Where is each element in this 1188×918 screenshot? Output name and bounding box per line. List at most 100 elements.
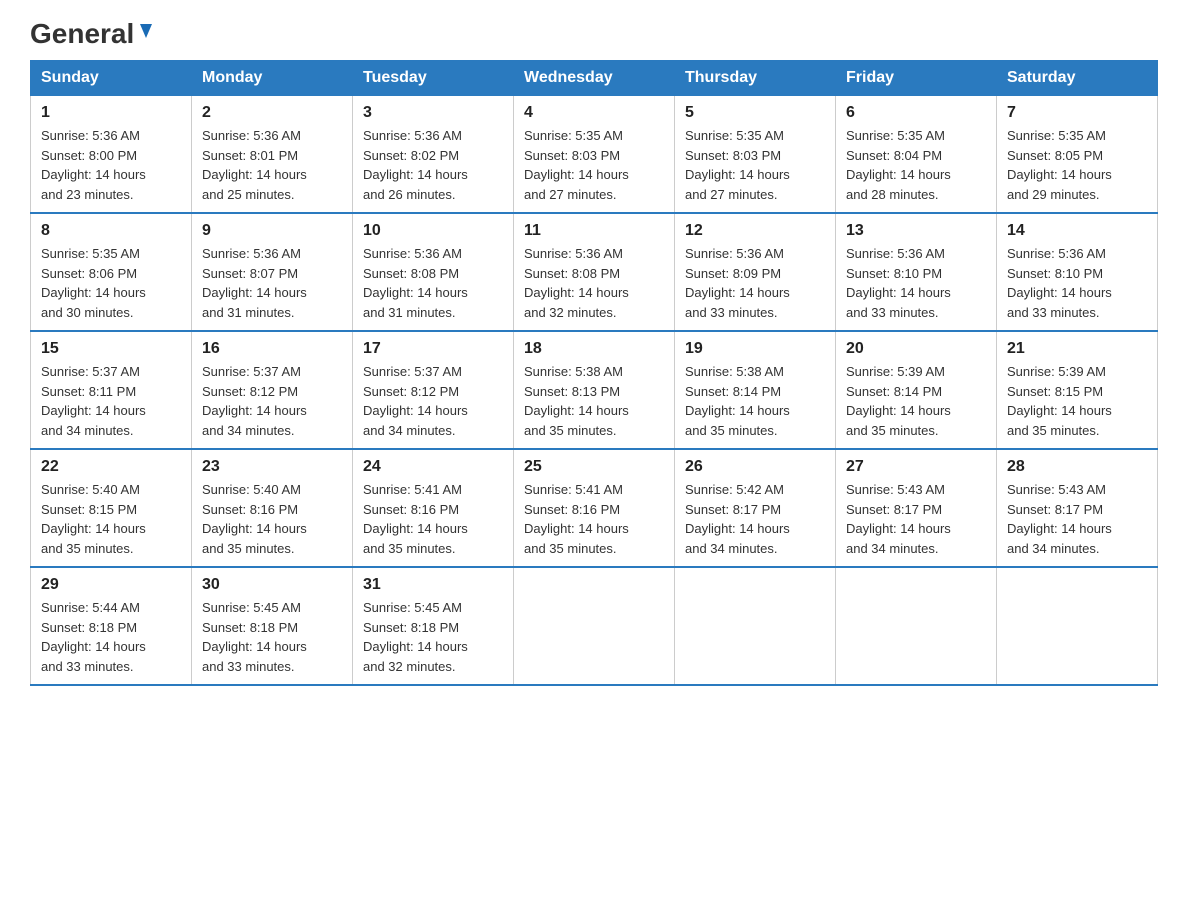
day-number: 27 [846, 458, 986, 476]
calendar-week-2: 8 Sunrise: 5:35 AMSunset: 8:06 PMDayligh… [31, 213, 1158, 331]
logo: General [30, 20, 156, 50]
header-sunday: Sunday [31, 61, 192, 96]
day-number: 6 [846, 104, 986, 122]
calendar-cell: 12 Sunrise: 5:36 AMSunset: 8:09 PMDaylig… [675, 213, 836, 331]
calendar-week-4: 22 Sunrise: 5:40 AMSunset: 8:15 PMDaylig… [31, 449, 1158, 567]
day-info: Sunrise: 5:36 AMSunset: 8:08 PMDaylight:… [363, 246, 468, 320]
day-number: 4 [524, 104, 664, 122]
calendar-cell: 30 Sunrise: 5:45 AMSunset: 8:18 PMDaylig… [192, 567, 353, 685]
day-number: 23 [202, 458, 342, 476]
calendar-table: SundayMondayTuesdayWednesdayThursdayFrid… [30, 60, 1158, 686]
day-info: Sunrise: 5:38 AMSunset: 8:14 PMDaylight:… [685, 364, 790, 438]
calendar-cell: 16 Sunrise: 5:37 AMSunset: 8:12 PMDaylig… [192, 331, 353, 449]
day-number: 14 [1007, 222, 1147, 240]
day-info: Sunrise: 5:40 AMSunset: 8:15 PMDaylight:… [41, 482, 146, 556]
day-info: Sunrise: 5:36 AMSunset: 8:00 PMDaylight:… [41, 128, 146, 202]
day-info: Sunrise: 5:35 AMSunset: 8:05 PMDaylight:… [1007, 128, 1112, 202]
calendar-cell: 15 Sunrise: 5:37 AMSunset: 8:11 PMDaylig… [31, 331, 192, 449]
calendar-cell: 27 Sunrise: 5:43 AMSunset: 8:17 PMDaylig… [836, 449, 997, 567]
day-info: Sunrise: 5:36 AMSunset: 8:10 PMDaylight:… [846, 246, 951, 320]
calendar-cell: 10 Sunrise: 5:36 AMSunset: 8:08 PMDaylig… [353, 213, 514, 331]
day-number: 28 [1007, 458, 1147, 476]
header-monday: Monday [192, 61, 353, 96]
day-number: 16 [202, 340, 342, 358]
day-number: 11 [524, 222, 664, 240]
calendar-cell: 18 Sunrise: 5:38 AMSunset: 8:13 PMDaylig… [514, 331, 675, 449]
calendar-cell [514, 567, 675, 685]
calendar-week-1: 1 Sunrise: 5:36 AMSunset: 8:00 PMDayligh… [31, 96, 1158, 214]
logo-general: General [30, 20, 134, 48]
day-info: Sunrise: 5:43 AMSunset: 8:17 PMDaylight:… [846, 482, 951, 556]
header-saturday: Saturday [997, 61, 1158, 96]
day-number: 31 [363, 576, 503, 594]
calendar-cell: 28 Sunrise: 5:43 AMSunset: 8:17 PMDaylig… [997, 449, 1158, 567]
calendar-cell: 5 Sunrise: 5:35 AMSunset: 8:03 PMDayligh… [675, 96, 836, 214]
calendar-cell: 1 Sunrise: 5:36 AMSunset: 8:00 PMDayligh… [31, 96, 192, 214]
header-thursday: Thursday [675, 61, 836, 96]
calendar-cell: 7 Sunrise: 5:35 AMSunset: 8:05 PMDayligh… [997, 96, 1158, 214]
calendar-cell: 14 Sunrise: 5:36 AMSunset: 8:10 PMDaylig… [997, 213, 1158, 331]
day-number: 26 [685, 458, 825, 476]
day-info: Sunrise: 5:35 AMSunset: 8:03 PMDaylight:… [685, 128, 790, 202]
day-info: Sunrise: 5:35 AMSunset: 8:06 PMDaylight:… [41, 246, 146, 320]
day-number: 19 [685, 340, 825, 358]
day-number: 5 [685, 104, 825, 122]
calendar-header-row: SundayMondayTuesdayWednesdayThursdayFrid… [31, 61, 1158, 96]
day-number: 21 [1007, 340, 1147, 358]
calendar-cell: 13 Sunrise: 5:36 AMSunset: 8:10 PMDaylig… [836, 213, 997, 331]
calendar-cell: 24 Sunrise: 5:41 AMSunset: 8:16 PMDaylig… [353, 449, 514, 567]
day-info: Sunrise: 5:36 AMSunset: 8:09 PMDaylight:… [685, 246, 790, 320]
day-number: 24 [363, 458, 503, 476]
day-info: Sunrise: 5:37 AMSunset: 8:12 PMDaylight:… [363, 364, 468, 438]
day-info: Sunrise: 5:35 AMSunset: 8:04 PMDaylight:… [846, 128, 951, 202]
day-info: Sunrise: 5:36 AMSunset: 8:01 PMDaylight:… [202, 128, 307, 202]
day-info: Sunrise: 5:37 AMSunset: 8:12 PMDaylight:… [202, 364, 307, 438]
calendar-cell: 23 Sunrise: 5:40 AMSunset: 8:16 PMDaylig… [192, 449, 353, 567]
calendar-week-3: 15 Sunrise: 5:37 AMSunset: 8:11 PMDaylig… [31, 331, 1158, 449]
day-info: Sunrise: 5:40 AMSunset: 8:16 PMDaylight:… [202, 482, 307, 556]
calendar-cell: 20 Sunrise: 5:39 AMSunset: 8:14 PMDaylig… [836, 331, 997, 449]
day-number: 18 [524, 340, 664, 358]
calendar-cell: 4 Sunrise: 5:35 AMSunset: 8:03 PMDayligh… [514, 96, 675, 214]
calendar-cell: 19 Sunrise: 5:38 AMSunset: 8:14 PMDaylig… [675, 331, 836, 449]
day-number: 12 [685, 222, 825, 240]
calendar-week-5: 29 Sunrise: 5:44 AMSunset: 8:18 PMDaylig… [31, 567, 1158, 685]
day-number: 25 [524, 458, 664, 476]
calendar-cell: 2 Sunrise: 5:36 AMSunset: 8:01 PMDayligh… [192, 96, 353, 214]
day-number: 2 [202, 104, 342, 122]
logo-arrow-icon [136, 22, 156, 42]
calendar-cell: 11 Sunrise: 5:36 AMSunset: 8:08 PMDaylig… [514, 213, 675, 331]
day-number: 22 [41, 458, 181, 476]
day-info: Sunrise: 5:36 AMSunset: 8:02 PMDaylight:… [363, 128, 468, 202]
calendar-cell: 26 Sunrise: 5:42 AMSunset: 8:17 PMDaylig… [675, 449, 836, 567]
day-info: Sunrise: 5:36 AMSunset: 8:07 PMDaylight:… [202, 246, 307, 320]
day-info: Sunrise: 5:44 AMSunset: 8:18 PMDaylight:… [41, 600, 146, 674]
calendar-cell: 6 Sunrise: 5:35 AMSunset: 8:04 PMDayligh… [836, 96, 997, 214]
day-number: 9 [202, 222, 342, 240]
page-header: General [30, 20, 1158, 50]
calendar-cell: 9 Sunrise: 5:36 AMSunset: 8:07 PMDayligh… [192, 213, 353, 331]
day-info: Sunrise: 5:41 AMSunset: 8:16 PMDaylight:… [363, 482, 468, 556]
calendar-cell [675, 567, 836, 685]
day-info: Sunrise: 5:35 AMSunset: 8:03 PMDaylight:… [524, 128, 629, 202]
day-number: 13 [846, 222, 986, 240]
day-number: 29 [41, 576, 181, 594]
calendar-cell [836, 567, 997, 685]
day-info: Sunrise: 5:36 AMSunset: 8:10 PMDaylight:… [1007, 246, 1112, 320]
day-info: Sunrise: 5:39 AMSunset: 8:14 PMDaylight:… [846, 364, 951, 438]
day-number: 3 [363, 104, 503, 122]
day-number: 1 [41, 104, 181, 122]
calendar-cell: 22 Sunrise: 5:40 AMSunset: 8:15 PMDaylig… [31, 449, 192, 567]
calendar-cell [997, 567, 1158, 685]
day-number: 7 [1007, 104, 1147, 122]
day-info: Sunrise: 5:43 AMSunset: 8:17 PMDaylight:… [1007, 482, 1112, 556]
calendar-cell: 29 Sunrise: 5:44 AMSunset: 8:18 PMDaylig… [31, 567, 192, 685]
day-number: 20 [846, 340, 986, 358]
day-number: 30 [202, 576, 342, 594]
calendar-cell: 17 Sunrise: 5:37 AMSunset: 8:12 PMDaylig… [353, 331, 514, 449]
header-wednesday: Wednesday [514, 61, 675, 96]
day-info: Sunrise: 5:39 AMSunset: 8:15 PMDaylight:… [1007, 364, 1112, 438]
header-friday: Friday [836, 61, 997, 96]
day-number: 15 [41, 340, 181, 358]
day-info: Sunrise: 5:36 AMSunset: 8:08 PMDaylight:… [524, 246, 629, 320]
